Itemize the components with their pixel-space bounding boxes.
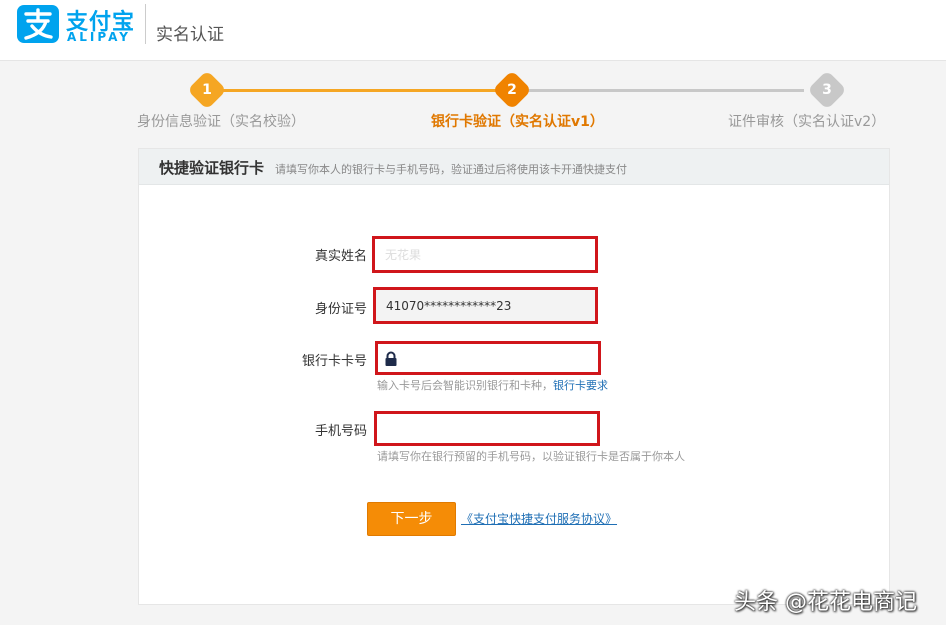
phone-field[interactable]: [374, 411, 600, 446]
alipay-logo-icon: [17, 5, 59, 43]
panel-title: 快捷验证银行卡: [159, 159, 265, 177]
step-3-number: 3: [822, 82, 832, 98]
lock-icon: [385, 351, 397, 366]
watermark: 头条 @花花电商记: [734, 590, 917, 615]
header: 支付宝 ALIPAY 实名认证: [0, 0, 946, 61]
header-divider: [145, 4, 146, 44]
logo-subtext: ALIPAY: [67, 30, 131, 44]
card-label: 银行卡卡号: [301, 354, 367, 369]
name-label: 真实姓名: [314, 249, 367, 264]
panel-header: 快捷验证银行卡 请填写你本人的银行卡与手机号码，验证通过后将使用该卡开通快捷支付: [139, 149, 889, 185]
card-hint: 输入卡号后会智能识别银行和卡种，银行卡要求: [377, 377, 608, 393]
phone-label: 手机号码: [314, 424, 367, 439]
step-1-badge: 1: [187, 70, 227, 110]
step-3-label: 证件审核（实名认证v2）: [728, 114, 886, 130]
card-field[interactable]: [375, 341, 601, 375]
next-step-button[interactable]: 下一步: [367, 502, 456, 536]
id-label: 身份证号: [314, 302, 367, 317]
step-1-label: 身份信息验证（实名校验）: [137, 114, 305, 130]
panel-description: 请填写你本人的银行卡与手机号码，验证通过后将使用该卡开通快捷支付: [275, 163, 627, 176]
step-connector-1: [222, 89, 498, 92]
card-hint-text: 输入卡号后会智能识别银行和卡种，: [377, 379, 553, 392]
card-number-input[interactable]: [378, 344, 598, 372]
step-connector-2: [528, 89, 804, 92]
step-3-badge: 3: [807, 70, 847, 110]
id-field: [373, 287, 598, 324]
step-2-badge: 2: [492, 70, 532, 110]
step-2-number: 2: [507, 82, 517, 98]
phone-input[interactable]: [377, 414, 597, 443]
id-input: [376, 290, 595, 321]
name-input[interactable]: [375, 239, 595, 270]
phone-hint: 请填写你在银行预留的手机号码，以验证银行卡是否属于你本人: [377, 450, 685, 463]
name-field[interactable]: [372, 236, 598, 273]
card-requirements-link[interactable]: 银行卡要求: [553, 379, 608, 392]
step-1-number: 1: [202, 82, 212, 98]
step-2-label: 银行卡验证（实名认证v1）: [431, 114, 604, 130]
page-title: 实名认证: [156, 25, 224, 45]
agreement-link[interactable]: 《支付宝快捷支付服务协议》: [461, 510, 617, 527]
